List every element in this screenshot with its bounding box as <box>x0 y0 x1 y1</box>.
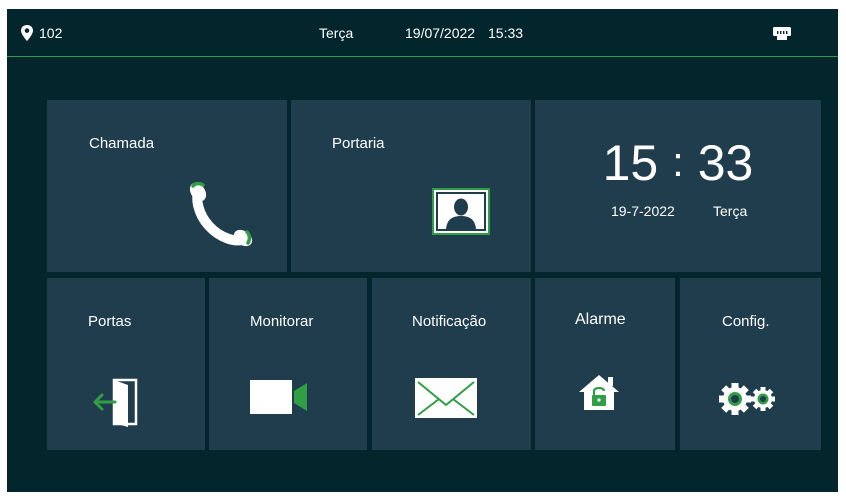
clock-separator: : <box>672 138 684 185</box>
video-camera-icon <box>250 380 307 414</box>
clock-time: 15 : 33 <box>535 137 821 192</box>
envelope-icon <box>415 378 477 418</box>
room-number: 102 <box>39 25 63 41</box>
tile-notification[interactable]: Notificação <box>372 278 531 450</box>
status-date: 19/07/2022 <box>405 25 476 41</box>
phone-handset-icon <box>189 181 253 247</box>
tile-call-label: Chamada <box>89 135 155 152</box>
status-weekday: Terça <box>319 25 354 41</box>
tile-alarm-label: Alarme <box>575 311 626 328</box>
tile-settings[interactable]: Config. <box>680 278 821 450</box>
tile-monitor[interactable]: Monitorar <box>209 278 367 450</box>
gears-icon <box>719 383 775 415</box>
tile-concierge-label: Portaria <box>332 135 385 152</box>
tile-concierge[interactable]: Portaria <box>291 100 531 272</box>
clock-date: 19-7-2022 <box>611 203 675 219</box>
clock-weekday: Terça <box>713 203 748 219</box>
ethernet-port-icon <box>773 27 791 40</box>
tile-alarm[interactable]: Alarme <box>535 278 675 450</box>
contact-portrait-icon <box>432 188 490 235</box>
location-pin-icon <box>21 25 33 41</box>
status-time: 15:33 <box>488 25 524 41</box>
tile-notification-label: Notificação <box>412 313 487 330</box>
house-lock-icon <box>579 375 619 410</box>
status-bar: 102 Terça 19/07/2022 15:33 <box>7 9 838 57</box>
door-exit-icon <box>93 378 138 427</box>
tile-monitor-label: Monitorar <box>250 313 314 330</box>
tile-settings-label: Config. <box>722 313 770 330</box>
tile-call[interactable]: Chamada <box>47 100 287 272</box>
tile-clock: 15 : 33 19-7-2022 Terça <box>535 100 821 272</box>
clock-hours: 15 <box>602 135 659 191</box>
intercom-home-screen: 102 Terça 19/07/2022 15:33 Chamada Porta… <box>7 9 838 492</box>
tile-doors-label: Portas <box>88 313 132 330</box>
clock-minutes: 33 <box>697 135 754 191</box>
tile-doors[interactable]: Portas <box>47 278 205 450</box>
